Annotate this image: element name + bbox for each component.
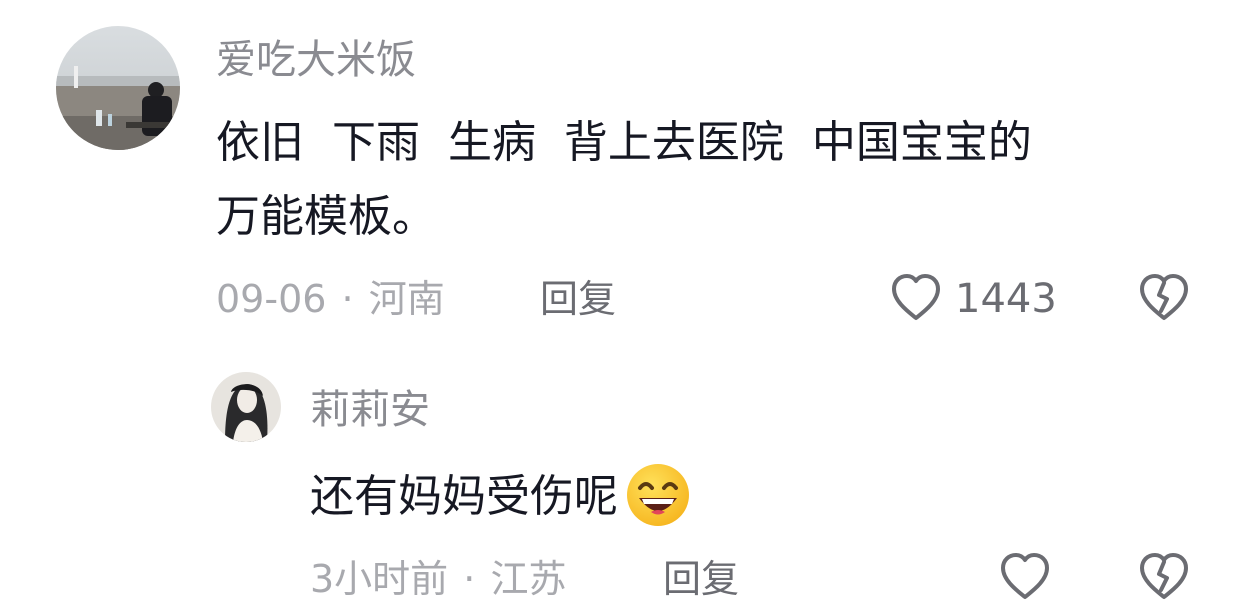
comment-location: 江苏 bbox=[490, 557, 567, 601]
broken-heart-icon bbox=[1140, 553, 1188, 599]
comment-meta: 09-06 · 河南 bbox=[216, 275, 445, 323]
comment-text: 还有妈妈受伤呢 bbox=[310, 471, 618, 522]
reply-button[interactable]: 回复 bbox=[663, 555, 739, 603]
like-button[interactable] bbox=[997, 550, 1053, 602]
reply-button[interactable]: 回复 bbox=[540, 275, 616, 323]
user-avatar-photo bbox=[211, 372, 281, 442]
like-button[interactable] bbox=[888, 271, 944, 323]
broken-heart-icon bbox=[1140, 274, 1188, 320]
dislike-button[interactable] bbox=[1136, 271, 1192, 323]
comment-username[interactable]: 莉莉安 bbox=[310, 386, 430, 434]
like-count: 1443 bbox=[955, 276, 1057, 322]
avatar[interactable] bbox=[56, 26, 180, 150]
avatar[interactable] bbox=[211, 372, 281, 442]
comment-date: 3小时前 bbox=[310, 557, 449, 601]
comment-date: 09-06 bbox=[216, 277, 327, 321]
heart-outline-icon bbox=[892, 274, 940, 320]
comment-text-row: 还有妈妈受伤呢 bbox=[310, 462, 691, 526]
comment-text: 万能模板。 bbox=[216, 191, 436, 242]
grinning-face-emoji-icon bbox=[625, 462, 691, 532]
comment-meta: 3小时前 · 江苏 bbox=[310, 555, 566, 603]
comment-location: 河南 bbox=[368, 277, 445, 321]
comment-text: 依旧 下雨 生病 背上去医院 中国宝宝的 bbox=[216, 117, 1032, 168]
dislike-button[interactable] bbox=[1136, 550, 1192, 602]
user-avatar-photo bbox=[56, 26, 180, 150]
meta-separator: · bbox=[463, 557, 476, 601]
meta-separator: · bbox=[341, 277, 354, 321]
comment-username[interactable]: 爱吃大米饭 bbox=[216, 36, 416, 84]
heart-outline-icon bbox=[1001, 553, 1049, 599]
